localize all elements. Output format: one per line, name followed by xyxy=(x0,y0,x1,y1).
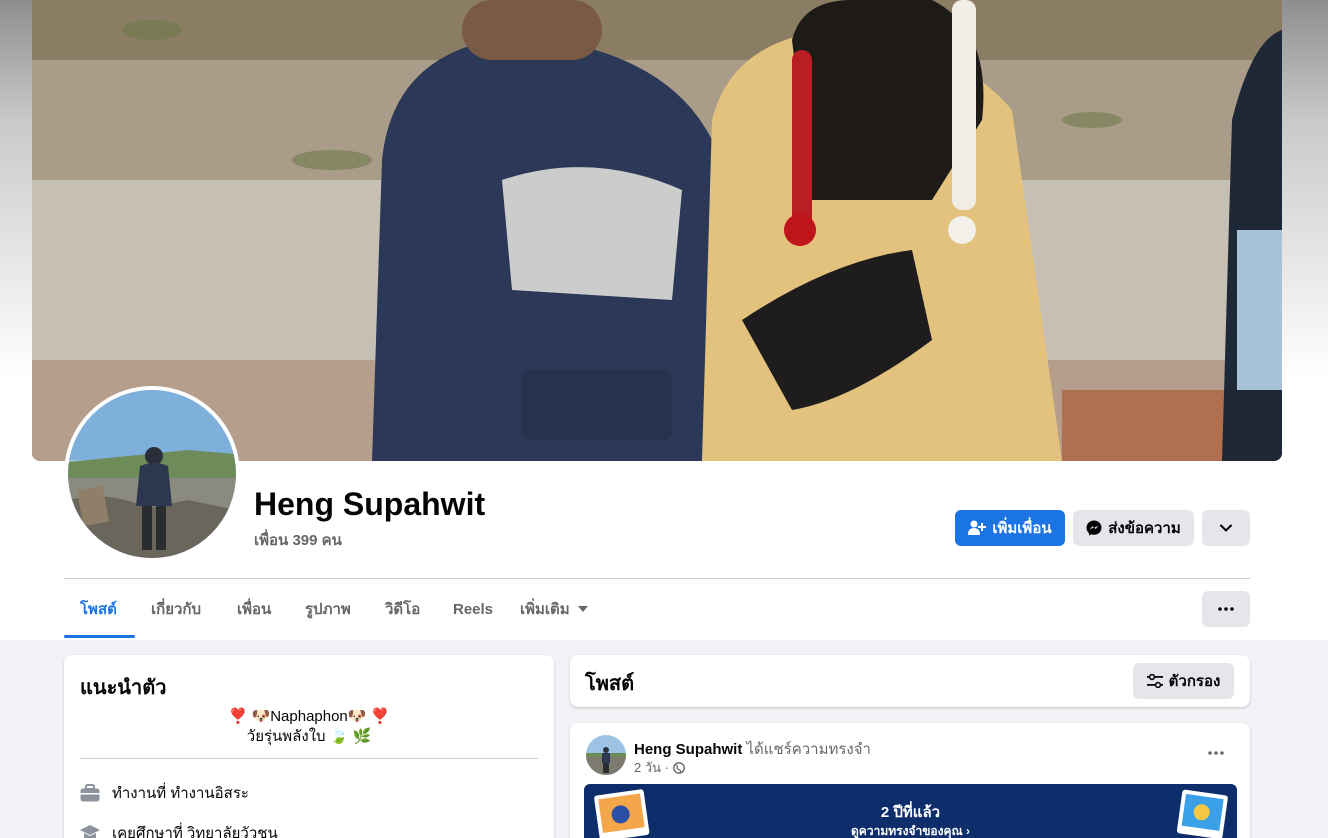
more-options-dropdown-button[interactable] xyxy=(1202,510,1250,546)
cover-photo-image xyxy=(32,0,1282,461)
tab-friends-label: เพื่อน xyxy=(237,601,272,618)
more-dots-icon xyxy=(1208,751,1224,755)
posts-header-card: โพสต์ ตัวกรอง xyxy=(570,655,1250,707)
header-divider xyxy=(64,578,1250,579)
globe-icon xyxy=(673,761,685,774)
bio-line-2: วัยรุ่นพลังใบ 🍃 🌿 xyxy=(246,728,372,745)
friends-count[interactable]: เพื่อน 399 คน xyxy=(254,528,342,552)
post-time[interactable]: 2 วัน · xyxy=(634,757,669,778)
post-meta: 2 วัน · xyxy=(634,757,685,778)
post-action-text: ได้แชร์ความทรงจำ xyxy=(746,741,871,758)
add-friend-icon xyxy=(968,520,987,535)
profile-name: Heng Supahwit xyxy=(254,486,486,522)
post-author-name[interactable]: Heng Supahwit xyxy=(634,741,742,758)
intro-card: แนะนำตัว ❣️ 🐶Naphaphon🐶 ❣️ วัยรุ่นพลังใบ… xyxy=(64,655,554,838)
post-avatar-image xyxy=(586,735,626,775)
bio: ❣️ 🐶Naphaphon🐶 ❣️ วัยรุ่นพลังใบ 🍃 🌿 xyxy=(80,707,538,747)
tab-more[interactable]: เพิ่มเติม xyxy=(504,580,604,638)
bio-line-1: ❣️ 🐶Naphaphon🐶 ❣️ xyxy=(228,708,390,725)
caret-down-icon xyxy=(577,606,588,612)
messenger-icon xyxy=(1086,520,1102,536)
intro-education-row: เคยศึกษาที่ วิทยาลัยวัวชน xyxy=(80,821,278,838)
add-friend-button[interactable]: เพิ่มเพื่อน xyxy=(955,510,1065,546)
tab-reels-label: Reels xyxy=(453,600,494,618)
filter-label: ตัวกรอง xyxy=(1168,673,1221,690)
tab-posts-label: โพสต์ xyxy=(80,601,117,618)
active-tab-indicator xyxy=(64,635,135,638)
memory-title: 2 ปีที่แล้ว xyxy=(880,804,941,821)
posts-title: โพสต์ xyxy=(585,673,635,695)
filter-button[interactable]: ตัวกรอง xyxy=(1133,663,1234,699)
tabs-more-options-button[interactable] xyxy=(1202,591,1250,627)
memory-banner[interactable]: 2 ปีที่แล้ว ดูความทรงจำของคุณ › xyxy=(584,784,1237,838)
avatar-image xyxy=(68,390,236,558)
filter-icon xyxy=(1146,674,1163,688)
add-friend-label: เพิ่มเพื่อน xyxy=(992,520,1052,537)
tab-videos-label: วิดีโอ xyxy=(385,601,421,618)
message-button[interactable]: ส่งข้อความ xyxy=(1073,510,1194,546)
message-label: ส่งข้อความ xyxy=(1108,520,1181,537)
tab-reels[interactable]: Reels xyxy=(437,580,509,638)
intro-title: แนะนำตัว xyxy=(80,677,167,699)
tab-photos[interactable]: รูปภาพ xyxy=(289,580,367,638)
memory-view-link[interactable]: ดูความทรงจำของคุณ › xyxy=(584,822,1237,838)
post-options-button[interactable] xyxy=(1196,737,1236,769)
tab-videos[interactable]: วิดีโอ xyxy=(369,580,436,638)
more-dots-icon xyxy=(1218,607,1234,611)
profile-avatar-ring[interactable] xyxy=(64,386,240,562)
tab-friends[interactable]: เพื่อน xyxy=(221,580,287,638)
intro-work-row: ทำงานที่ ทำงานอิสระ xyxy=(80,781,249,805)
post-card: Heng Supahwit ได้แชร์ความทรงจำ 2 วัน · 2… xyxy=(570,723,1250,838)
tab-about[interactable]: เกี่ยวกับ xyxy=(135,580,217,638)
avatar[interactable] xyxy=(68,390,236,558)
tab-about-label: เกี่ยวกับ xyxy=(151,601,202,618)
post-author-avatar[interactable] xyxy=(586,735,626,775)
chevron-down-icon xyxy=(1220,524,1232,532)
cover-photo[interactable] xyxy=(32,0,1282,461)
bio-divider xyxy=(80,758,538,759)
intro-education-text: เคยศึกษาที่ วิทยาลัยวัวชน xyxy=(112,825,278,838)
briefcase-icon xyxy=(80,783,100,803)
tab-photos-label: รูปภาพ xyxy=(305,601,351,618)
graduation-cap-icon xyxy=(80,823,100,838)
tab-posts[interactable]: โพสต์ xyxy=(64,580,133,638)
intro-work-text: ทำงานที่ ทำงานอิสระ xyxy=(112,785,249,802)
tab-more-label: เพิ่มเติม xyxy=(520,601,570,618)
